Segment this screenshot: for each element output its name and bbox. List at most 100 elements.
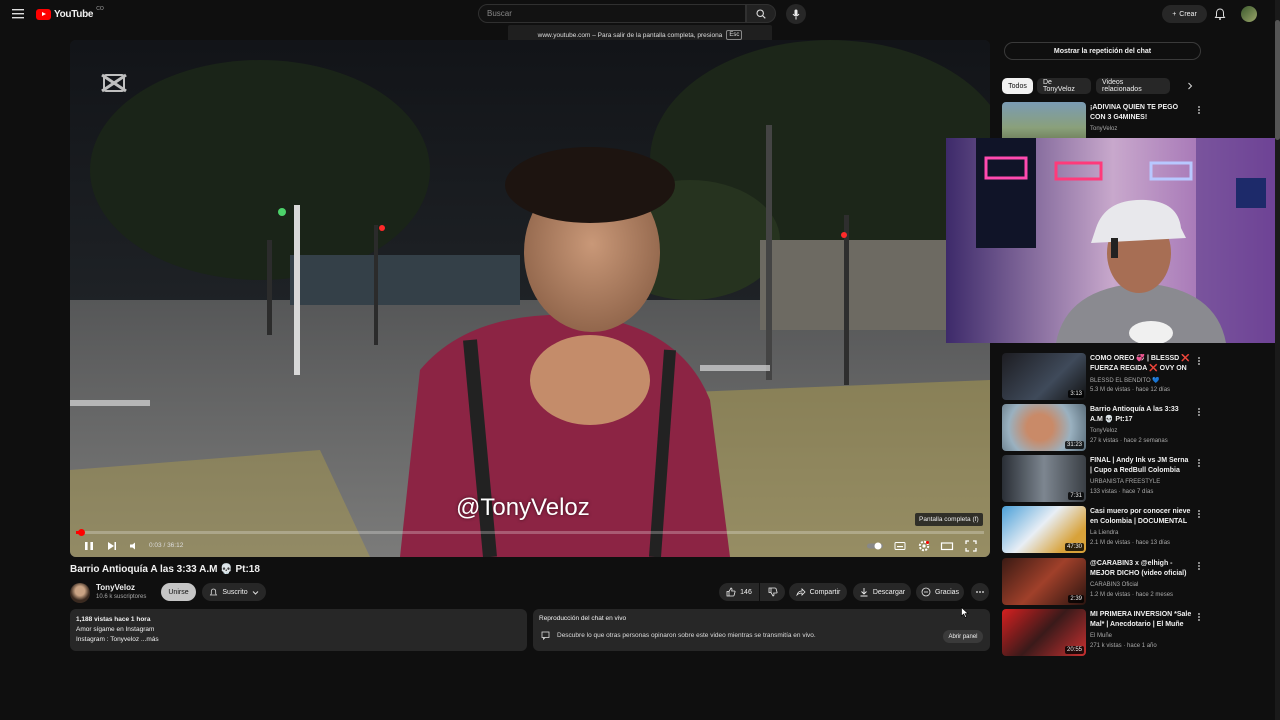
recommended-title: @CARABIN3 x @elhigh - MEJOR DICHO (video… [1090,560,1187,577]
settings-gear-icon[interactable] [917,539,931,553]
capcut-logo-icon [101,73,127,93]
pause-icon[interactable] [82,539,96,553]
chip-all[interactable]: Todos [1002,78,1033,94]
video-thumbnail[interactable]: 31:23 [1002,404,1086,451]
share-icon [795,588,806,597]
thanks-button[interactable]: Gracias [916,583,964,601]
youtube-play-icon [36,8,51,20]
subtitles-icon[interactable] [893,539,907,553]
duration-badge: 31:23 [1064,441,1084,449]
recommended-channel: El Muñe [1090,633,1113,639]
thumbs-up-icon [726,587,736,597]
recommended-meta: 2.1 M de vistas · hace 13 días [1090,540,1171,546]
kebab-menu-icon[interactable] [1196,457,1202,469]
thumbs-down-icon [768,587,777,597]
search-button[interactable] [746,4,776,23]
recommended-video[interactable]: 2:39 @CARABIN3 x @elhigh - MEJOR DICHO (… [1002,558,1202,606]
recommended-channel: URBANISTA FREESTYLE [1090,479,1161,485]
description-line: Amor sígame en Instagram [76,626,155,633]
volume-icon[interactable] [127,539,141,553]
kebab-menu-icon[interactable] [1196,104,1202,116]
recommended-channel: TonyVeloz [1090,428,1118,434]
recommended-title: FINAL | Andy Ink vs JM Serna | Cupo a Re… [1090,457,1189,474]
kebab-menu-icon[interactable] [1196,560,1202,572]
chat-replay-description: Descubre lo que otras personas opinaron … [557,632,816,639]
more-actions-button[interactable] [971,583,989,601]
thanks-label: Gracias [934,588,960,596]
like-button[interactable]: 146 [719,583,759,601]
video-thumbnail[interactable]: 20:55 [1002,609,1086,656]
subscribed-button[interactable]: Suscrito [202,583,266,601]
esc-key-badge: Esc [726,30,743,40]
download-icon [860,588,868,597]
duration-badge: 20:55 [1064,646,1084,654]
next-icon[interactable] [105,539,119,553]
notifications-bell-icon[interactable] [1213,7,1227,21]
video-title: Barrio Antioquía A las 3:33 A.M 💀 Pt:18 [70,564,260,575]
create-button[interactable]: + Crear [1162,5,1207,23]
recommended-meta: 271 k vistas · hace 1 año [1090,643,1157,649]
progress-bar[interactable] [76,529,984,536]
microphone-icon [792,9,800,19]
channel-name[interactable]: TonyVeloz [96,583,135,592]
fullscreen-tooltip: Pantalla completa (f) [915,513,983,526]
voice-search-button[interactable] [786,4,806,24]
video-thumbnail[interactable]: 7:31 [1002,455,1086,502]
recommended-video[interactable]: 20:55 MI PRIMERA INVERSION *Sale Mal* | … [1002,609,1202,657]
recommended-meta: 5.3 M de vistas · hace 12 días [1090,387,1171,393]
top-bar: YouTube CO www.youtube.com – Para salir … [0,0,1280,45]
recommended-channel: CARABIN3 Oficial [1090,582,1139,588]
video-frame [70,40,990,557]
scrollbar-thumb[interactable] [1275,20,1280,140]
create-label: Crear [1179,10,1197,18]
chevron-right-icon[interactable] [1185,81,1195,91]
bell-icon [210,588,218,595]
duration-badge: 2:39 [1068,595,1084,603]
kebab-menu-icon[interactable] [1196,406,1202,418]
more-horizontal-icon [976,591,984,593]
recommended-channel: La Liendra [1090,530,1119,536]
show-chat-replay-button[interactable]: Mostrar la repetición del chat [1004,42,1201,60]
recommended-video[interactable]: 3:13 COMO OREO 💞 | BLESSD ❌ FUERZA REGID… [1002,353,1202,401]
kebab-menu-icon[interactable] [1196,611,1202,623]
view-count-meta: 1,188 vistas hace 1 hora [76,616,151,623]
join-button[interactable]: Unirse [161,583,196,601]
recommended-meta: 133 vistas · hace 7 días [1090,489,1154,495]
recommended-channel: BLESSD EL BENDITO 💙 [1090,378,1160,384]
description-line: Instagram : Tonyveloz ...más [76,636,159,643]
chip-related-videos[interactable]: Videos relacionados [1096,78,1170,94]
video-player[interactable]: @TonyVeloz Pantalla completa (f) 0:03 / … [70,40,990,557]
duration-badge: 7:31 [1068,492,1084,500]
user-avatar[interactable] [1241,6,1257,22]
chat-replay-box: Reproducción del chat en vivo Descubre l… [533,609,990,651]
recommended-video[interactable]: 7:31 FINAL | Andy Ink vs JM Serna | Cupo… [1002,455,1202,503]
chip-from-channel[interactable]: De TonyVeloz [1037,78,1091,94]
recommended-meta: 1.2 M de vistas · hace 2 meses [1090,592,1174,598]
video-thumbnail[interactable]: 3:13 [1002,353,1086,400]
chat-replay-title: Reproducción del chat en vivo [539,615,627,622]
open-panel-button[interactable]: Abrir panel [943,630,983,643]
recommended-title: Casi muero por conocer nieve en Colombia… [1090,508,1191,525]
youtube-logo[interactable]: YouTube CO [36,6,104,20]
recommended-title: ¡ADIVINA QUIEN TE PEGÓ CON 3 G4MINES! [1090,104,1179,121]
theater-mode-icon[interactable] [940,539,954,553]
autoplay-toggle[interactable] [866,539,884,553]
search-input[interactable] [478,4,746,23]
search-icon [756,8,766,19]
fullscreen-icon[interactable] [964,539,978,553]
kebab-menu-icon[interactable] [1196,508,1202,520]
description-box[interactable]: 1,188 vistas hace 1 hora Amor sígame en … [70,609,527,651]
channel-avatar[interactable] [70,583,90,603]
dislike-button[interactable] [760,583,785,601]
kebab-menu-icon[interactable] [1196,355,1202,367]
download-button[interactable]: Descargar [853,583,911,601]
recommended-video[interactable]: 31:23 Barrio Antioquía A las 3:33 A.M 💀 … [1002,404,1202,452]
menu-icon[interactable] [10,7,26,21]
like-count: 146 [740,588,752,596]
video-thumbnail[interactable]: 47:30 [1002,506,1086,553]
video-thumbnail[interactable]: 2:39 [1002,558,1086,605]
share-button[interactable]: Compartir [789,583,847,601]
share-label: Compartir [809,588,841,596]
streamer-webcam-overlay [946,138,1280,343]
recommended-video[interactable]: 47:30 Casi muero por conocer nieve en Co… [1002,506,1202,554]
